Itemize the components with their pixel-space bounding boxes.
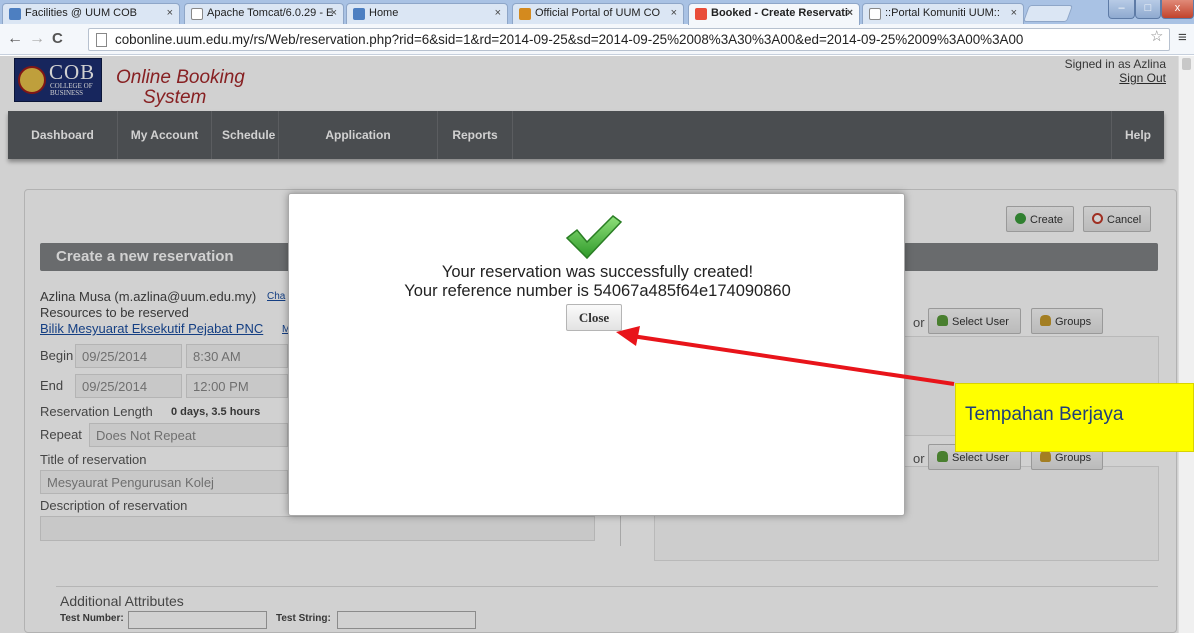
forward-arrow-icon[interactable]: → [29,30,45,48]
new-tab-button[interactable] [1022,5,1074,22]
portal-favicon-icon [519,8,531,20]
tab-apache-tomcat[interactable]: Apache Tomcat/6.0.29 - E × [184,3,344,24]
tab-close-icon[interactable]: × [847,7,853,19]
page-favicon-icon [869,8,881,20]
site-favicon-icon [9,8,21,20]
url-text: cobonline.uum.edu.my/rs/Web/reservation.… [115,32,1024,47]
page-favicon-icon [191,8,203,20]
calendar-favicon-icon [695,8,707,20]
page-icon [96,33,107,47]
browser-tab-strip: Facilities @ UUM COB × Apache Tomcat/6.0… [0,0,1194,25]
tab-label: Facilities @ UUM COB [25,7,138,19]
tab-official-portal[interactable]: Official Portal of UUM CO × [512,3,684,24]
tab-close-icon[interactable]: × [671,7,677,19]
bookmark-star-icon[interactable]: ☆ [1150,27,1163,45]
tab-label: Official Portal of UUM CO [535,7,661,19]
maximize-button[interactable]: □ [1135,0,1161,19]
tab-close-icon[interactable]: × [495,7,501,19]
tab-close-icon[interactable]: × [331,7,337,19]
tab-close-icon[interactable]: × [167,7,173,19]
address-bar[interactable]: cobonline.uum.edu.my/rs/Web/reservation.… [88,28,1170,51]
tab-label: Apache Tomcat/6.0.29 - E [207,7,334,19]
arrow-head [616,326,640,346]
scroll-thumb[interactable] [1182,58,1191,70]
tab-label: Home [369,7,399,19]
reload-icon[interactable]: C [52,30,63,47]
tab-label: ::Portal Komuniti UUM:: [885,7,1000,19]
back-arrow-icon[interactable]: ← [7,30,23,48]
tab-booked-create-reservation[interactable]: Booked - Create Reservati × [688,3,860,25]
browser-menu-icon[interactable]: ≡ [1178,29,1187,46]
tab-close-icon[interactable]: × [1011,7,1017,19]
tab-portal-komuniti[interactable]: ::Portal Komuniti UUM:: × [862,3,1024,24]
window-close-button[interactable]: x [1161,0,1194,19]
site-favicon-icon [353,8,365,20]
tab-home[interactable]: Home × [346,3,508,24]
minimize-button[interactable]: – [1108,0,1135,19]
annotation-arrow [616,326,955,386]
tab-label: Booked - Create Reservati [711,7,848,19]
page-scrollbar[interactable] [1178,56,1194,633]
tab-facilities[interactable]: Facilities @ UUM COB × [2,3,180,24]
browser-toolbar: ← → C cobonline.uum.edu.my/rs/Web/reserv… [0,24,1194,55]
page-content: COB COLLEGE OF BUSINESS Online Booking Sy… [0,56,1194,633]
annotation-callout: Tempahan Berjaya [955,383,1194,452]
